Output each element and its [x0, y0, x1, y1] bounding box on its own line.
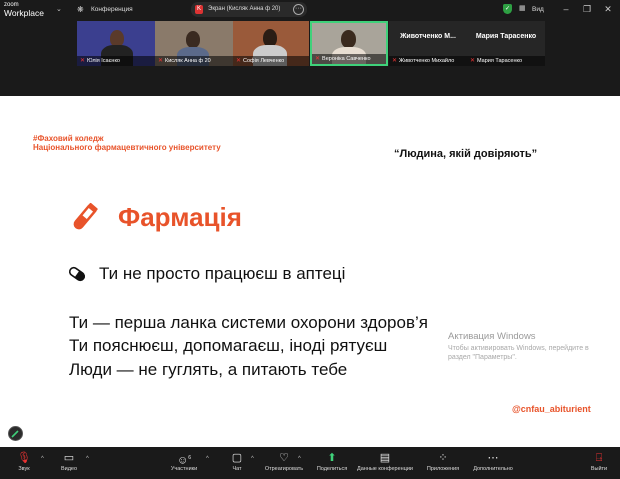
participant-silhouette	[186, 31, 200, 48]
video-tile[interactable]: ✕ Юлія Ісаєнко	[77, 21, 155, 66]
conference-menu[interactable]: Конференция	[91, 6, 133, 13]
mic-muted-icon: 🎙︎	[17, 452, 31, 464]
audio-options-caret[interactable]: ^	[41, 456, 44, 462]
zoom-logo: zoom Workplace	[4, 1, 44, 17]
participant-silhouette	[341, 30, 356, 48]
sharer-avatar: K	[195, 5, 203, 14]
slide-text-line: Ти не просто працюєш в аптеці	[99, 264, 346, 283]
college-line1: #Фаховий коледж	[33, 134, 104, 143]
video-tile[interactable]: Мария Тарасенко ✕ Мария Тарасенко	[467, 21, 545, 66]
title-bar: zoom Workplace ⌄ ❋ Конференция K Экран (…	[0, 0, 620, 20]
restore-icon[interactable]: ❐	[581, 2, 593, 16]
pill-icon	[68, 266, 86, 282]
paw-icon[interactable]: ❋	[77, 5, 84, 14]
mic-muted-icon: ✕	[470, 58, 476, 64]
participants-icon: ☺6	[176, 454, 191, 467]
more-options-icon[interactable]: ···	[293, 4, 304, 15]
apps-button[interactable]: ⁘ Приложения	[424, 450, 462, 472]
participant-name-bar: ✕ Юлія Ісаєнко	[77, 56, 155, 66]
participant-name-bar: ✕ Мария Тарасенко	[467, 56, 545, 66]
participant-name-bar: ✕ Животченко Михайло	[389, 56, 467, 66]
logo-line2: Workplace	[4, 8, 44, 18]
more-button[interactable]: ⋯ Дополнительно	[466, 450, 520, 472]
more-dots-icon: ⋯	[487, 452, 499, 464]
windows-activation-text: Чтобы активировать Windows, перейдите в …	[448, 345, 589, 361]
minimize-icon[interactable]: –	[560, 2, 572, 16]
apps-icon: ⁘	[438, 452, 448, 464]
conference-info-button[interactable]: ▤ Данные конференции	[356, 450, 414, 472]
slide-motto: “Людина, якій довіряють”	[394, 148, 538, 160]
participant-name-bar: ✕ Кисляк Анна ф 20	[155, 56, 233, 66]
participant-display-name: Животченко М...	[400, 33, 456, 40]
chat-options-caret[interactable]: ^	[251, 456, 254, 462]
windows-activation-title: Активация Windows	[448, 331, 536, 342]
pen-glyph-icon	[11, 430, 19, 438]
video-tile[interactable]: Животченко М... ✕ Животченко Михайло	[389, 21, 467, 66]
video-button[interactable]: ▭ Видео	[54, 450, 84, 472]
view-grid-icon[interactable]: ▦	[519, 4, 526, 12]
slide-title: Фармація	[118, 202, 242, 232]
view-menu[interactable]: Вид	[532, 6, 544, 13]
video-tile[interactable]: ✕ Кисляк Анна ф 20	[155, 21, 233, 66]
participant-name-bar: ✕ Вероніка Савченко	[312, 54, 386, 64]
slide-text-line: Люди — не гуглять, а питають тебе	[69, 360, 348, 379]
video-options-caret[interactable]: ^	[86, 456, 89, 462]
meeting-toolbar: 🎙︎ Звук ^ ▭ Видео ^ ☺6 Участники ^ ▢ Чат…	[0, 447, 620, 479]
close-icon[interactable]: ✕	[602, 2, 614, 16]
participant-name-bar: ✕ Софія Левченко	[233, 56, 309, 66]
zoom-window: zoom Workplace ⌄ ❋ Конференция K Экран (…	[0, 0, 620, 479]
screen-share-label: Экран (Кисляк Анна ф 20)	[208, 6, 281, 12]
video-tile[interactable]: ✕ Софія Левченко	[233, 21, 309, 66]
share-screen-icon: ⬆	[327, 452, 337, 464]
mic-muted-icon: ✕	[80, 58, 86, 64]
chevron-down-icon[interactable]: ⌄	[56, 5, 62, 13]
video-camera-icon: ▭	[63, 452, 75, 464]
shield-icon[interactable]: ✓	[503, 4, 512, 14]
mic-muted-icon: ✕	[236, 58, 242, 64]
participants-options-caret[interactable]: ^	[206, 456, 209, 462]
test-tube-icon	[73, 202, 98, 230]
leave-button[interactable]: ⍈ Выйти	[586, 450, 612, 472]
info-icon: ▤	[379, 452, 391, 464]
screen-share-pill[interactable]: K Экран (Кисляк Анна ф 20) ···	[191, 2, 307, 17]
chat-bubble-icon: ▢	[231, 452, 243, 464]
participant-display-name: Мария Тарасенко	[475, 33, 537, 40]
mic-muted-icon: ✕	[158, 58, 164, 64]
leave-door-icon: ⍈	[595, 452, 603, 464]
college-line2: Національного фармацевтичного університе…	[33, 143, 221, 152]
participants-button[interactable]: ☺6 Участники	[168, 450, 200, 472]
react-options-caret[interactable]: ^	[298, 456, 301, 462]
slide-text-line: Ти пояснюєш, допомагаєш, іноді рятуєш	[69, 336, 388, 355]
video-strip: ✕ Юлія Ісаєнко ✕ Кисляк Анна ф 20 ✕ Софія Л…	[0, 20, 620, 68]
mic-muted-icon: ✕	[392, 58, 398, 64]
chat-button[interactable]: ▢ Чат	[226, 450, 248, 472]
social-handle: @cnfau_abiturient	[512, 404, 591, 414]
share-button[interactable]: ⬆ Поделиться	[312, 450, 352, 472]
slide-text-line: Ти — перша ланка системи охорони здоров’…	[69, 313, 428, 332]
mic-muted-icon: ✕	[315, 56, 321, 62]
shared-screen: #Фаховий коледж Національного фармацевти…	[0, 96, 620, 447]
video-tile-active-speaker[interactable]: ✕ Вероніка Савченко	[310, 21, 388, 66]
audio-button[interactable]: 🎙︎ Звук	[10, 450, 38, 472]
annotate-pen-icon[interactable]	[8, 426, 23, 441]
